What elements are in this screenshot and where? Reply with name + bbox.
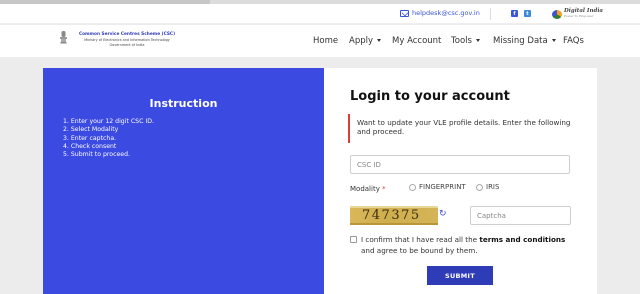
topbar-divider	[490, 8, 491, 20]
required-mark: *	[382, 185, 386, 193]
top-bar: helpdesk@csc.gov.in f t Digital India Pow…	[0, 4, 640, 24]
modality-fingerprint-radio[interactable]: FINGERPRINT	[409, 183, 466, 191]
nav-my-account[interactable]: My Account	[392, 36, 441, 46]
instruction-step: 3. Enter captcha.	[63, 134, 117, 142]
instruction-step: 1. Enter your 12 digit CSC ID.	[63, 118, 154, 125]
instruction-steps: 1. Enter your 12 digit CSC ID. 2. Select…	[63, 118, 154, 159]
digital-india-mark-icon	[552, 9, 562, 19]
login-title: Login to your account	[350, 89, 510, 104]
modality-iris-radio[interactable]: IRIS	[476, 183, 499, 191]
nav-apply-label: Apply	[349, 36, 373, 46]
twitter-icon[interactable]: t	[524, 10, 531, 17]
captcha-input[interactable]	[470, 206, 571, 225]
mail-icon	[400, 9, 409, 17]
brand-government: Government of India	[109, 43, 145, 47]
caret-down-icon	[377, 39, 381, 42]
iris-label: IRIS	[486, 183, 500, 191]
captcha-image: 747375	[350, 206, 438, 225]
captcha-text: 747375	[362, 208, 421, 223]
radio-circle-icon[interactable]	[409, 183, 416, 191]
nav-missing-data-label: Missing Data	[493, 36, 548, 46]
navbar: Common Service Centres Scheme (CSC) Mini…	[0, 25, 640, 57]
instruction-step: 4. Check consent	[63, 142, 117, 150]
consent-prefix: I confirm that I have read all the	[361, 235, 480, 244]
csc-id-input[interactable]	[350, 155, 570, 174]
instruction-step: 5. Submit to proceed.	[63, 151, 130, 159]
consent-text: I confirm that I have read all the terms…	[361, 234, 576, 256]
caret-down-icon	[551, 39, 556, 42]
fingerprint-label: FINGERPRINT	[419, 183, 466, 191]
consent-checkbox[interactable]	[350, 236, 357, 243]
nav-tools[interactable]: Tools	[451, 36, 480, 46]
helpdesk-email: helpdesk@csc.gov.in	[412, 9, 480, 17]
submit-button[interactable]: SUBMIT	[427, 266, 493, 285]
nav-home[interactable]: Home	[313, 36, 338, 46]
digital-india-logo: Digital India Power To Empower	[552, 8, 603, 19]
radio-circle-icon[interactable]	[476, 183, 483, 191]
modality-label: Modality *	[350, 185, 386, 193]
helpdesk-link[interactable]: helpdesk@csc.gov.in	[400, 9, 480, 17]
instruction-step: 2. Select Modality	[63, 126, 119, 134]
instruction-panel: Instruction 1. Enter your 12 digit CSC I…	[43, 68, 324, 294]
instruction-title: Instruction	[149, 97, 218, 110]
national-emblem-icon	[60, 31, 67, 44]
terms-link[interactable]: terms and conditions	[479, 235, 565, 244]
brand-block[interactable]: Common Service Centres Scheme (CSC) Mini…	[72, 32, 182, 47]
modality-label-text: Modality	[350, 185, 380, 193]
login-panel: Login to your account Want to update you…	[324, 68, 597, 294]
digital-india-sub: Power To Empower	[564, 14, 594, 18]
notice-message: Want to update your VLE profile details.…	[348, 114, 574, 143]
brand-ministry: Ministry of Electronics and Information …	[84, 38, 170, 42]
facebook-icon[interactable]: f	[511, 10, 518, 17]
nav-faqs[interactable]: FAQs	[563, 36, 584, 46]
caret-down-icon	[475, 39, 480, 42]
nav-missing-data[interactable]: Missing Data	[493, 36, 556, 46]
refresh-captcha-icon[interactable]: ↻	[439, 210, 448, 219]
social-links: f t	[511, 10, 531, 17]
consent-suffix: and agree to be bound by them.	[361, 246, 478, 255]
brand-title: Common Service Centres Scheme (CSC)	[78, 32, 176, 37]
nav-tools-label: Tools	[451, 36, 472, 46]
nav-apply[interactable]: Apply	[349, 36, 381, 46]
